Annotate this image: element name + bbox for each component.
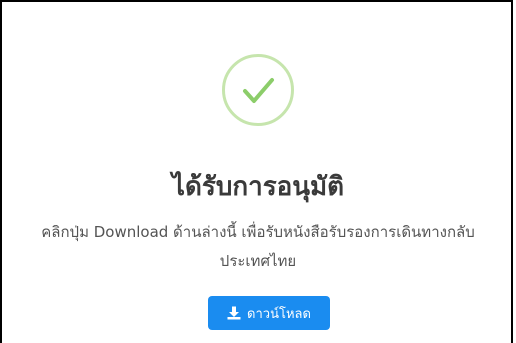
download-button[interactable]: ดาวน์โหลด	[208, 296, 330, 330]
success-circle	[222, 54, 294, 126]
download-button-label: ดาวน์โหลด	[247, 306, 311, 322]
dialog-message: คลิกปุ่ม Download ด้านล่างนี้ เพื่อรับหน…	[41, 223, 475, 270]
dialog-title: ได้รับการอนุมัติ	[171, 172, 345, 202]
download-icon	[227, 306, 241, 320]
check-icon	[243, 78, 274, 103]
approval-dialog: ได้รับการอนุมัติ คลิกปุ่ม Download ด้านล…	[0, 0, 513, 343]
